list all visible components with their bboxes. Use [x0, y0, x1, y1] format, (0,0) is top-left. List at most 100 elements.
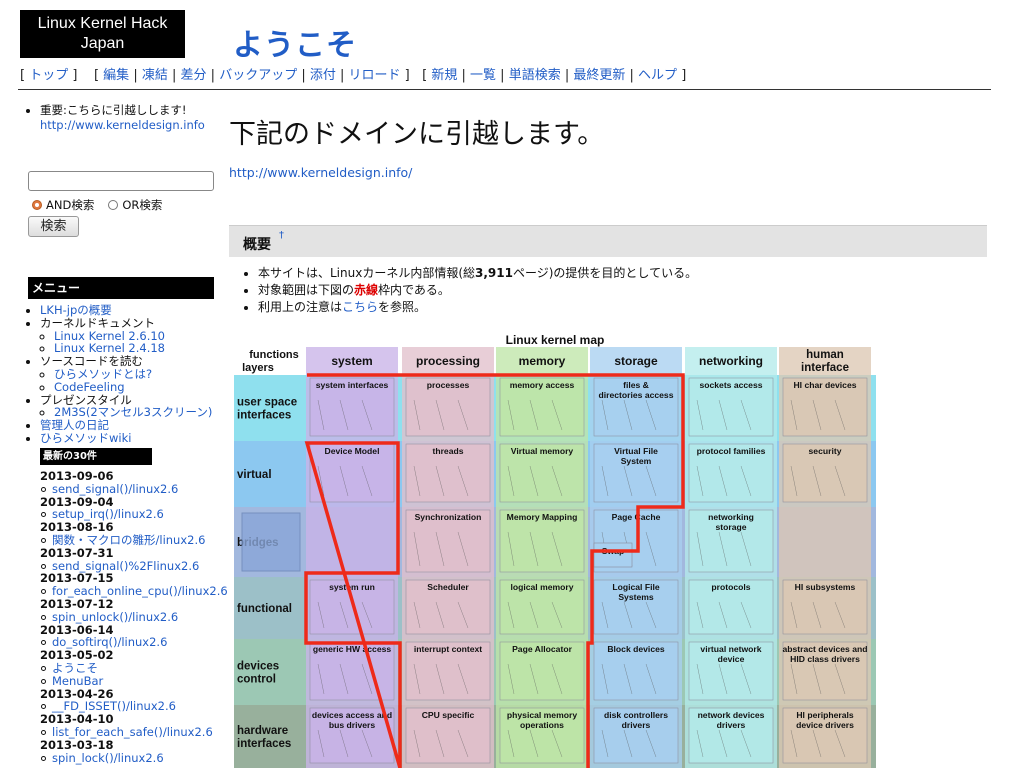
map-box-label: system run [329, 582, 375, 592]
map-box-label: Scheduler [427, 582, 469, 592]
map-box-label: files & [623, 380, 649, 390]
recent-link[interactable]: 関数・マクロの雛形/linux2.6 [52, 533, 205, 547]
map-box-label: HI subsystems [795, 582, 856, 592]
recent-item: send_signal()%2Flinux2.6 [40, 559, 220, 573]
new-domain-link[interactable]: http://www.kerneldesign.info/ [229, 165, 412, 180]
recent-link[interactable]: __FD_ISSET()/linux2.6 [52, 699, 176, 713]
map-box-label: operations [520, 720, 564, 730]
map-box-label: drivers [622, 720, 651, 730]
map-row-label: virtual [237, 469, 272, 481]
map-box-label: networking [708, 512, 754, 522]
recent-header: 最新の30件 [40, 448, 152, 465]
recent-item: do_softirq()/linux2.6 [40, 636, 220, 649]
map-column-label: networking [699, 354, 763, 368]
intro-list: 本サイトは、Linuxカーネル内部情報(総3,911ページ)の提供を目的としてい… [246, 265, 697, 316]
search-input[interactable] [28, 171, 214, 191]
map-row-label: control [237, 674, 276, 686]
recent-list: 2013-09-06 send_signal()/linux2.6 2013-09-… [40, 470, 228, 765]
map-row-label: devices [237, 661, 279, 673]
recent-item: send_signal()/linux2.6 [40, 482, 220, 496]
search-button[interactable]: 検索 [28, 216, 79, 237]
nav-freeze-link[interactable]: 凍結 [142, 68, 168, 83]
nav-new-link[interactable]: 新規 [431, 68, 457, 83]
or-radio[interactable] [108, 200, 119, 210]
map-column-label: human [806, 349, 844, 361]
map-box-label: system interfaces [316, 380, 389, 390]
map-title: Linux kernel map [506, 333, 605, 347]
map-box-label: Virtual memory [511, 446, 574, 456]
map-column-label: system [331, 354, 372, 368]
map-box-label: sockets access [699, 380, 762, 390]
recent-link[interactable]: setup_irq()/linux2.6 [52, 507, 164, 521]
recent-link[interactable]: for_each_online_cpu()/linux2.6 [52, 584, 228, 598]
recent-item: MenuBar [40, 674, 220, 688]
intro1-c: ページ)の提供を目的としている。 [512, 266, 698, 280]
logo-line-2: Japan [80, 35, 125, 52]
map-box-label: drivers [717, 720, 746, 730]
nav-diff-link[interactable]: 差分 [181, 68, 207, 83]
overview-section-bar: 概要 † [229, 225, 987, 257]
intro-item: 利用上の注意はこちらを参照。 [258, 299, 697, 316]
intro3-a: 利用上の注意は [258, 300, 343, 314]
map-box-label: Block devices [607, 644, 665, 654]
map-column-label: processing [416, 354, 480, 368]
recent-item: spin_lock()/linux2.6 [40, 751, 220, 765]
map-column-label: interface [801, 362, 849, 374]
map-box-label: Memory Mapping [507, 512, 578, 522]
nav-search-link[interactable]: 単語検索 [509, 68, 561, 83]
nav-edit-link[interactable]: 編集 [103, 68, 129, 83]
map-box-label: logical memory [510, 582, 573, 592]
page-title: ようこそ [233, 28, 357, 63]
recent-item: list_for_each_safe()/linux2.6 [40, 726, 220, 739]
notice-box: 重要:こちらに引越しします! http://www.kerneldesign.i… [28, 103, 218, 133]
menu-wiki-link[interactable]: ひらメソッドwiki [40, 431, 131, 445]
map-box-label: processes [427, 380, 470, 390]
recent-item: spin_unlock()/linux2.6 [40, 610, 220, 624]
menu-list: LKH-jpの概要 カーネルドキュメント Linux Kernel 2.6.10… [28, 304, 218, 445]
nav-reload-link[interactable]: リロード [349, 68, 401, 83]
recent-link[interactable]: list_for_each_safe()/linux2.6 [52, 725, 213, 739]
header-divider [18, 89, 991, 90]
recent-item: setup_irq()/linux2.6 [40, 508, 220, 521]
map-box-label: HI peripherals [796, 710, 854, 720]
intro-item: 対象範囲は下図の赤線枠内である。 [258, 282, 697, 299]
intro2-c: 枠内である。 [378, 283, 450, 297]
nav-list-link[interactable]: 一覧 [470, 68, 496, 83]
recent-link[interactable]: do_softirq()/linux2.6 [52, 635, 167, 649]
nav-top-link[interactable]: トップ [29, 68, 68, 83]
nav-attach-link[interactable]: 添付 [310, 68, 336, 83]
and-radio[interactable] [32, 200, 42, 210]
map-box-label: CPU specific [422, 710, 475, 720]
notice-link[interactable]: http://www.kerneldesign.info [40, 118, 205, 132]
map-box-label: memory access [510, 380, 575, 390]
recent-link[interactable]: spin_unlock()/linux2.6 [52, 610, 178, 624]
nav-bar: [ トップ ] [ 編集 | 凍結 | 差分 | バックアップ | 添付 | リ… [20, 68, 687, 83]
recent-link[interactable]: send_signal()/linux2.6 [52, 482, 178, 496]
intro2-a: 対象範囲は下図の [258, 283, 355, 297]
map-box-label: protocol families [697, 446, 766, 456]
map-box-label: HI char devices [793, 380, 856, 390]
site-logo[interactable]: Linux Kernel Hack Japan [20, 10, 185, 58]
red-line-text: 赤線 [354, 283, 379, 297]
map-box-label: devices access and [312, 710, 392, 720]
recent-link[interactable]: MenuBar [52, 674, 103, 688]
recent-item: __FD_ISSET()/linux2.6 [40, 700, 220, 713]
map-box-label: security [809, 446, 842, 456]
intro3-c: を参照。 [378, 300, 427, 314]
map-box-label: storage [715, 522, 746, 532]
nav-recent-link[interactable]: 最終更新 [573, 68, 625, 83]
notes-link[interactable]: こちら [342, 300, 378, 314]
overview-anchor-link[interactable]: † [279, 230, 284, 241]
kernel-map-svg: Linux kernel map functionslayers system pro… [234, 333, 876, 768]
kernel-map[interactable]: Linux kernel map functions layers system pro… [234, 333, 876, 768]
nav-help-link[interactable]: ヘルプ [638, 68, 677, 83]
recent-link[interactable]: send_signal()%2Flinux2.6 [52, 559, 199, 573]
map-box-label: Logical File [612, 582, 659, 592]
map-row-label: user space [237, 397, 297, 409]
map-box-label: generic HW access [313, 644, 392, 654]
nav-backup-link[interactable]: バックアップ [219, 68, 297, 83]
map-box-label: interrupt context [414, 644, 482, 654]
recent-link[interactable]: spin_lock()/linux2.6 [52, 751, 164, 765]
map-box-label: Page Cache [612, 512, 661, 522]
map-box-label: directories access [598, 390, 673, 400]
